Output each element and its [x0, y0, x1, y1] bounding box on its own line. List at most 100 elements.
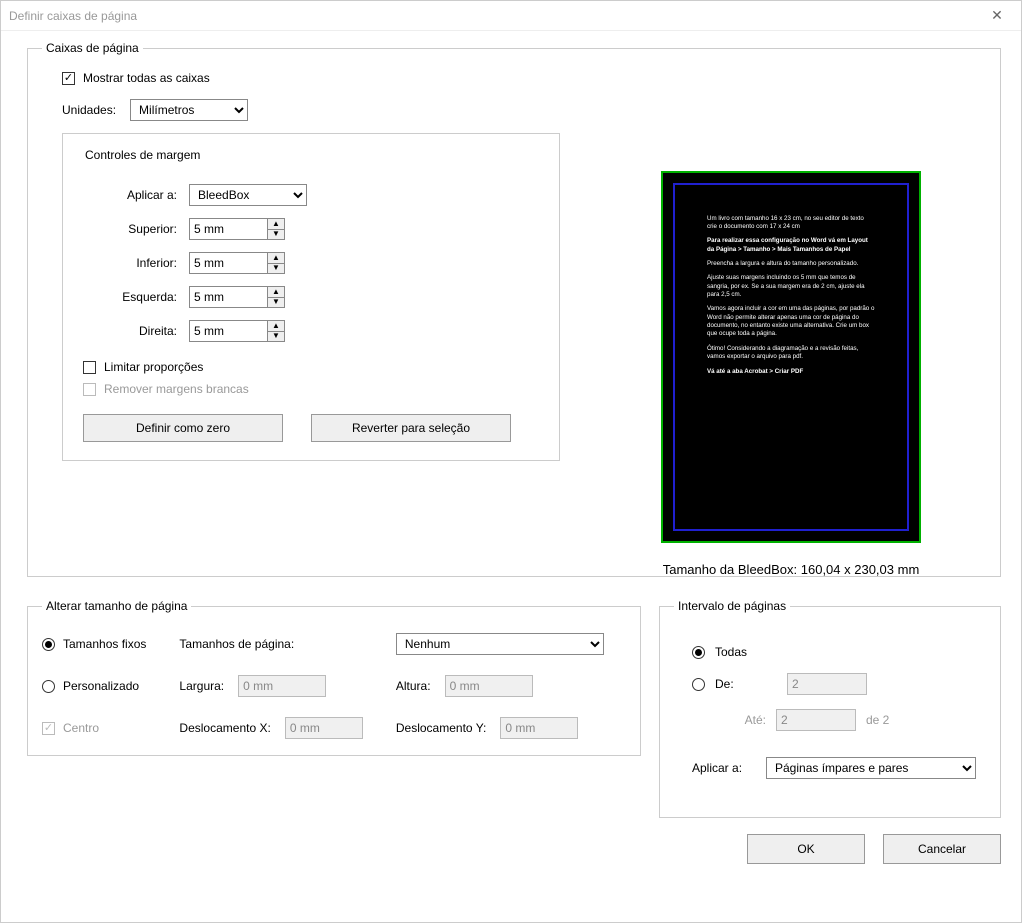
spin-down-icon[interactable]: ▼ [267, 332, 285, 343]
apply-to-select[interactable]: BleedBox [189, 184, 307, 206]
width-cell: Largura: [179, 675, 373, 697]
window-title: Definir caixas de página [9, 9, 137, 23]
margin-controls-legend: Controles de margem [81, 148, 204, 162]
margin-top-input[interactable] [189, 218, 267, 240]
show-all-label: Mostrar todas as caixas [83, 71, 210, 85]
page-size-legend: Alterar tamanho de página [42, 599, 191, 613]
margin-left-spinner[interactable]: ▲▼ [189, 286, 285, 308]
remove-white-label: Remover margens brancas [104, 382, 249, 396]
margin-left-row: Esquerda: ▲▼ [79, 286, 543, 308]
show-all-checkbox[interactable] [62, 72, 75, 85]
range-apply-select[interactable]: Páginas ímpares e pares [766, 757, 976, 779]
lower-area: Alterar tamanho de página Tamanhos fixos… [27, 599, 1001, 818]
margin-controls-group: Controles de margem Aplicar a: BleedBox … [62, 133, 560, 461]
height-label: Altura: [396, 679, 431, 693]
range-to-row: Até: de 2 [714, 709, 976, 731]
offsety-input [500, 717, 578, 739]
range-from-label: De: [715, 677, 755, 691]
margin-right-row: Direita: ▲▼ [79, 320, 543, 342]
lock-proportions-checkbox[interactable] [83, 361, 96, 374]
range-from-row: De: [692, 673, 976, 695]
spin-up-icon[interactable]: ▲ [267, 320, 285, 332]
margin-right-spinner[interactable]: ▲▼ [189, 320, 285, 342]
spin-up-icon[interactable]: ▲ [267, 286, 285, 298]
height-input [445, 675, 533, 697]
offsety-cell: Deslocamento Y: [396, 717, 626, 739]
dialog-content: Caixas de página Mostrar todas as caixas… [1, 31, 1021, 922]
dialog-button-row: OK Cancelar [27, 834, 1001, 864]
center-row: Centro [42, 721, 157, 735]
range-all-row: Todas [692, 645, 976, 659]
custom-radio-row: Personalizado [42, 679, 157, 693]
close-icon[interactable]: ✕ [981, 7, 1013, 24]
margin-left-label: Esquerda: [79, 290, 189, 304]
height-cell: Altura: [396, 675, 626, 697]
margin-bottom-label: Inferior: [79, 256, 189, 270]
preview-caption: Tamanho da BleedBox: 160,04 x 230,03 mm [591, 562, 991, 577]
units-label: Unidades: [62, 103, 116, 117]
ok-button[interactable]: OK [747, 834, 865, 864]
offsetx-input [285, 717, 363, 739]
width-label: Largura: [179, 679, 224, 693]
margin-top-spinner[interactable]: ▲▼ [189, 218, 285, 240]
range-of-label: de 2 [866, 713, 889, 727]
spin-up-icon[interactable]: ▲ [267, 218, 285, 230]
margin-bottom-input[interactable] [189, 252, 267, 274]
margin-top-row: Superior: ▲▼ [79, 218, 543, 240]
spin-up-icon[interactable]: ▲ [267, 252, 285, 264]
set-zero-button[interactable]: Definir como zero [83, 414, 283, 442]
fixed-sizes-radio-row: Tamanhos fixos [42, 637, 157, 651]
page-preview: Um livro com tamanho 16 x 23 cm, no seu … [591, 159, 991, 554]
page-sizes-select-wrap: Nenhum [396, 633, 626, 655]
preview-bleed-outline: Um livro com tamanho 16 x 23 cm, no seu … [661, 171, 921, 543]
range-all-radio[interactable] [692, 646, 705, 659]
center-label: Centro [63, 721, 99, 735]
titlebar: Definir caixas de página ✕ [1, 1, 1021, 31]
range-apply-row: Aplicar a: Páginas ímpares e pares [692, 757, 976, 779]
custom-radio[interactable] [42, 680, 55, 693]
range-from-input [787, 673, 867, 695]
apply-to-label: Aplicar a: [79, 188, 189, 202]
remove-white-row: Remover margens brancas [83, 382, 543, 396]
units-select[interactable]: Milímetros [130, 99, 248, 121]
custom-label: Personalizado [63, 679, 139, 693]
apply-to-row: Aplicar a: BleedBox [79, 184, 543, 206]
margin-bottom-row: Inferior: ▲▼ [79, 252, 543, 274]
spin-down-icon[interactable]: ▼ [267, 298, 285, 309]
margin-right-label: Direita: [79, 324, 189, 338]
page-sizes-label: Tamanhos de página: [179, 637, 373, 651]
spin-down-icon[interactable]: ▼ [267, 230, 285, 241]
margin-left-input[interactable] [189, 286, 267, 308]
range-from-radio[interactable] [692, 678, 705, 691]
offsety-label: Deslocamento Y: [396, 721, 487, 735]
units-row: Unidades: Milímetros [62, 99, 986, 121]
lock-proportions-label: Limitar proporções [104, 360, 203, 374]
offsetx-label: Deslocamento X: [179, 721, 270, 735]
width-input [238, 675, 326, 697]
page-range-group: Intervalo de páginas Todas De: Até: [659, 599, 1001, 818]
spin-down-icon[interactable]: ▼ [267, 264, 285, 275]
range-apply-label: Aplicar a: [692, 761, 756, 775]
margin-right-input[interactable] [189, 320, 267, 342]
margin-top-label: Superior: [79, 222, 189, 236]
range-to-label: Até: [714, 713, 766, 727]
cancel-button[interactable]: Cancelar [883, 834, 1001, 864]
revert-selection-button[interactable]: Reverter para seleção [311, 414, 511, 442]
preview-text: Um livro com tamanho 16 x 23 cm, no seu … [707, 215, 875, 382]
fixed-sizes-radio[interactable] [42, 638, 55, 651]
offsetx-cell: Deslocamento X: [179, 717, 373, 739]
margin-buttons-row: Definir como zero Reverter para seleção [83, 414, 543, 442]
fixed-sizes-label: Tamanhos fixos [63, 637, 146, 651]
dialog-window: Definir caixas de página ✕ Caixas de pág… [0, 0, 1022, 923]
page-range-inner: Todas De: Até: de 2 Aplicar a: [674, 623, 986, 801]
page-size-group: Alterar tamanho de página Tamanhos fixos… [27, 599, 641, 756]
show-all-row: Mostrar todas as caixas [62, 71, 986, 85]
lock-proportions-row: Limitar proporções [83, 360, 543, 374]
range-all-label: Todas [715, 645, 747, 659]
page-sizes-select[interactable]: Nenhum [396, 633, 604, 655]
page-size-grid: Tamanhos fixos Tamanhos de página: Nenhu… [42, 633, 626, 739]
page-boxes-legend: Caixas de página [42, 41, 143, 55]
center-checkbox [42, 722, 55, 735]
margin-bottom-spinner[interactable]: ▲▼ [189, 252, 285, 274]
range-to-input [776, 709, 856, 731]
